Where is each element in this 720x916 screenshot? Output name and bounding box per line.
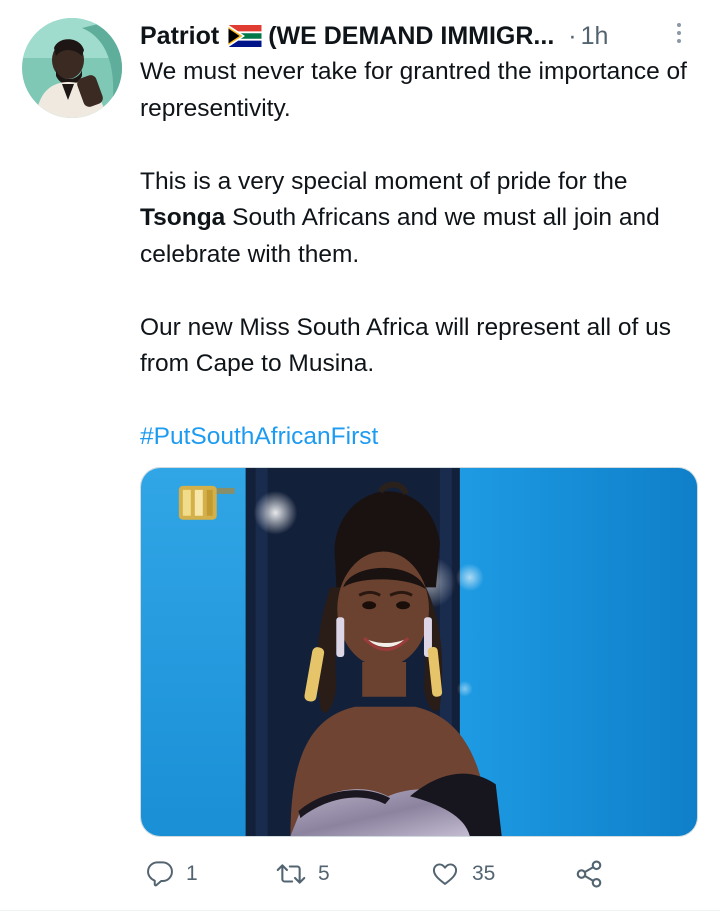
hashtag-link[interactable]: #PutSouthAfricanFirst — [140, 423, 378, 450]
timestamp[interactable]: 1h — [581, 22, 609, 51]
divider — [0, 910, 720, 911]
separator-dot: · — [568, 21, 577, 50]
more-vertical-icon[interactable] — [672, 18, 686, 48]
retweet-count: 5 — [318, 862, 330, 885]
bold-word: Tsonga — [140, 204, 226, 231]
tweet-actions: 1 5 35 — [140, 852, 660, 896]
author-name-suffix[interactable]: (WE DEMAND IMMIGR... — [268, 22, 554, 51]
tweet-media-image[interactable] — [140, 467, 698, 837]
reply-button[interactable]: 1 — [146, 852, 198, 896]
reply-count: 1 — [186, 862, 198, 885]
avatar-image — [22, 18, 122, 118]
tweet-text: We must never take for grantred the impo… — [140, 54, 700, 456]
retweet-icon — [276, 864, 306, 884]
author-name[interactable]: Patriot — [140, 22, 219, 51]
retweet-button[interactable]: 5 — [276, 852, 330, 896]
south-africa-flag-icon — [228, 25, 262, 47]
tweet-header: Patriot (WE DEMAND IMMIGR... · 1h — [140, 18, 700, 54]
heart-icon — [432, 863, 458, 885]
tweet-paragraph-1: We must never take for grantred the impo… — [140, 58, 687, 122]
reply-icon — [147, 861, 173, 887]
tweet-paragraph-3: Our new Miss South Africa will represent… — [140, 313, 672, 378]
share-button[interactable] — [574, 852, 604, 896]
tweet-paragraph-2-start: This is a very special moment of pride f… — [140, 167, 628, 195]
tweet-paragraph-2: This is a very special moment of pride f… — [140, 164, 700, 274]
like-button[interactable]: 35 — [430, 852, 495, 896]
share-icon — [576, 860, 602, 888]
like-count: 35 — [472, 862, 496, 885]
photo — [141, 468, 697, 836]
avatar[interactable] — [22, 18, 122, 118]
